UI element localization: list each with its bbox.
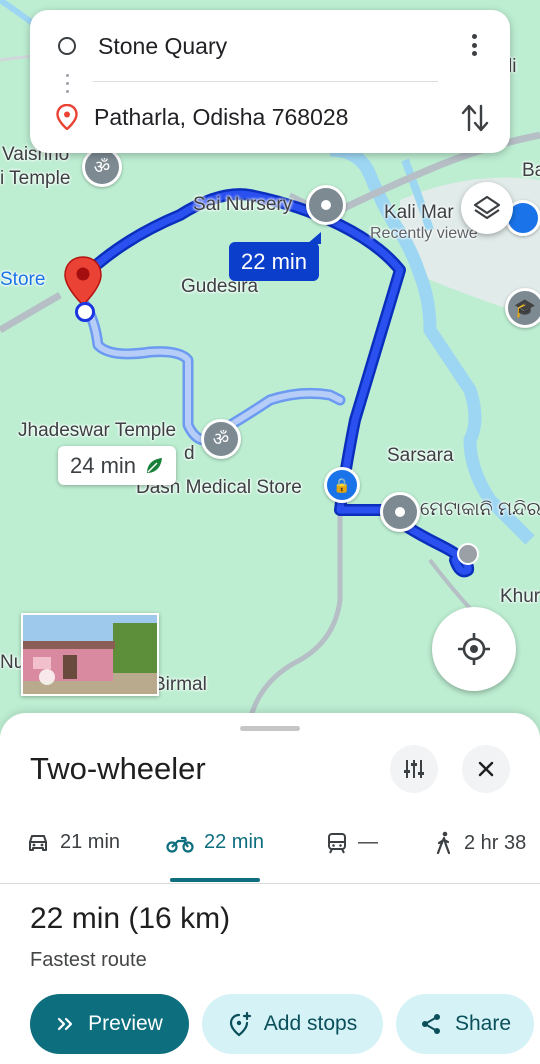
close-button[interactable]: [462, 745, 510, 793]
street-view-thumbnail[interactable]: [21, 613, 159, 696]
car-icon: [29, 834, 47, 851]
share-button[interactable]: Share: [396, 994, 534, 1054]
map-label-sai-nursery[interactable]: Sai Nursery: [193, 194, 292, 216]
destination-marker-icon[interactable]: [63, 255, 103, 307]
my-location-button[interactable]: [432, 607, 516, 691]
active-tab-indicator: [170, 878, 260, 882]
temple-om-icon[interactable]: ॐ: [201, 419, 241, 459]
temple-om-icon[interactable]: ॐ: [82, 147, 122, 187]
travel-mode-title: Two-wheeler: [30, 751, 206, 786]
tab-transit-label: —: [358, 831, 378, 853]
map-label-store[interactable]: Store: [0, 269, 45, 291]
map-label-odia-temple[interactable]: ମେଟାକାନି ମନ୍ଦିର: [420, 499, 540, 521]
map-label-jhadeswar[interactable]: Jhadeswar Temple: [18, 420, 176, 442]
search-divider: [93, 81, 438, 82]
origin-circle-icon: [58, 37, 76, 55]
origin-marker-icon[interactable]: [457, 543, 479, 565]
map-label-recently-viewed: Recently viewe: [370, 225, 478, 242]
destination-pin-icon: [56, 104, 78, 130]
share-label: Share: [454, 1012, 512, 1035]
destination-row[interactable]: Patharla, Odisha 768028: [30, 93, 510, 141]
walk-icon: [436, 831, 451, 855]
layers-icon: [473, 195, 501, 220]
destination-input[interactable]: Patharla, Odisha 768028: [94, 104, 348, 131]
map-label-sarsara: Sarsara: [387, 445, 454, 466]
preview-button[interactable]: Preview: [30, 994, 189, 1054]
add-stops-label: Add stops: [263, 1012, 358, 1035]
tune-sliders-icon: [404, 760, 424, 778]
map-label-birmal: Birmal: [153, 674, 207, 695]
crosshair-location-icon: [458, 633, 490, 665]
layers-button[interactable]: [461, 182, 513, 234]
double-chevron-right-icon: [58, 1017, 73, 1031]
map-label-ba: Ba: [522, 160, 540, 181]
map-label-d: d: [184, 443, 195, 464]
shopping-bag-icon[interactable]: 🔒: [324, 467, 360, 503]
place-pin-icon[interactable]: [306, 185, 346, 225]
drag-handle[interactable]: [240, 726, 300, 731]
preview-label: Preview: [88, 1012, 163, 1035]
map-label-kali-mar[interactable]: Kali Mar: [384, 202, 454, 224]
tab-walk-label: 2 hr 38: [464, 831, 527, 854]
more-options-icon[interactable]: [462, 30, 486, 60]
swap-icon[interactable]: [460, 102, 490, 134]
route-primary-time-badge[interactable]: 22 min: [229, 232, 322, 281]
tab-transit[interactable]: —: [326, 831, 378, 854]
route-summary: 22 min (16 km): [30, 902, 231, 935]
add-stops-button[interactable]: Add stops: [202, 994, 383, 1054]
motorcycle-icon: [166, 836, 194, 853]
route-alt-time-badge[interactable]: 24 min: [58, 446, 177, 485]
directions-search-card: Stone Quary Patharla, Odisha 768028: [30, 10, 510, 153]
share-icon: [421, 1014, 440, 1034]
tab-two-wheeler[interactable]: 22 min: [166, 831, 264, 854]
tab-walk[interactable]: 2 hr 38: [434, 831, 526, 855]
route-summary-subtitle: Fastest route: [30, 949, 147, 971]
route-alt-time-label: 24 min: [70, 453, 137, 478]
train-icon: [328, 832, 346, 853]
travel-mode-tabs: 21 min 22 min — 2 hr 38: [0, 811, 540, 884]
school-icon[interactable]: 🎓: [505, 288, 540, 328]
tab-car[interactable]: 21 min: [26, 831, 120, 854]
origin-row[interactable]: Stone Quary: [30, 22, 510, 70]
tab-two-wheeler-label: 22 min: [204, 831, 265, 853]
map-label-khur: Khur: [500, 586, 540, 607]
tab-car-label: 21 min: [60, 831, 121, 853]
map-label-temple: i Temple: [0, 168, 71, 189]
place-pin-icon[interactable]: [380, 492, 420, 532]
origin-input[interactable]: Stone Quary: [98, 33, 227, 60]
add-location-icon: [229, 1011, 251, 1037]
route-options-button[interactable]: [390, 745, 438, 793]
close-icon: [478, 761, 494, 777]
eco-leaf-icon: [147, 458, 163, 473]
directions-bottom-sheet: Two-wheeler 21 min 22 min — 2 hr 38 22 m…: [0, 713, 540, 1064]
route-end-dot: [75, 302, 95, 322]
